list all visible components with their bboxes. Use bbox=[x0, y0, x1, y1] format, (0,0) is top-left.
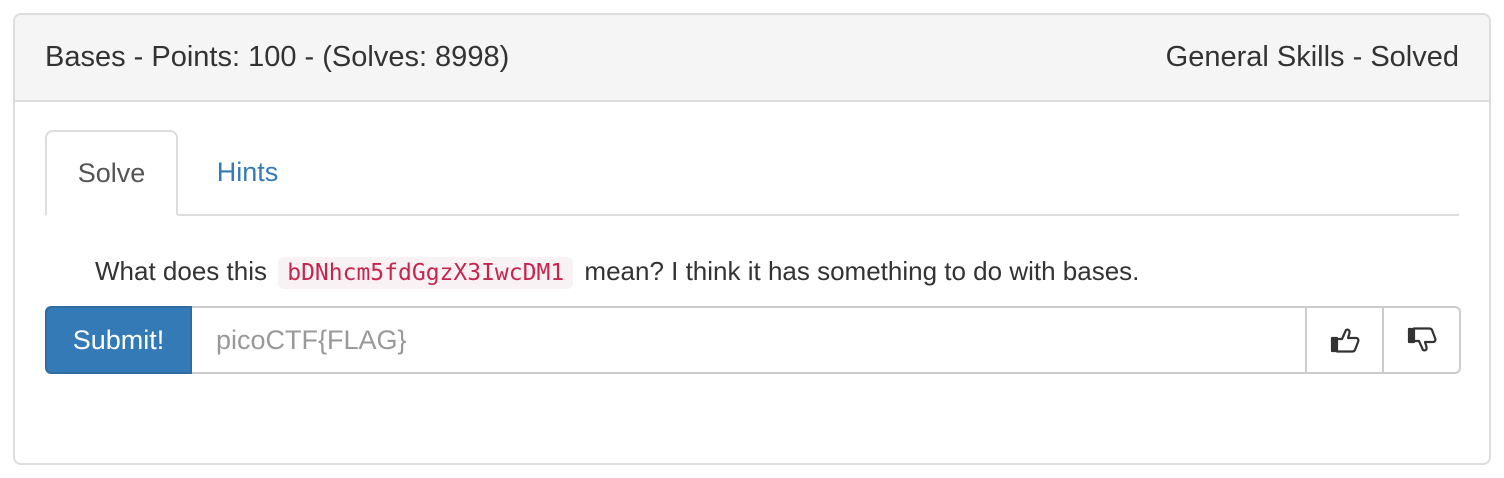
tab-bar: Solve Hints bbox=[45, 130, 1459, 216]
challenge-title: Bases - Points: 100 - (Solves: 8998) bbox=[45, 41, 510, 73]
challenge-description: What does this bDNhcm5fdGgzX3IwcDM1 mean… bbox=[45, 216, 1459, 306]
thumbs-up-icon bbox=[1330, 327, 1360, 353]
submit-button[interactable]: Submit! bbox=[45, 306, 192, 374]
flag-submit-form: Submit! bbox=[45, 306, 1461, 374]
thumbs-down-icon bbox=[1407, 327, 1437, 353]
challenge-category-status: General Skills - Solved bbox=[1165, 41, 1459, 73]
challenge-panel: Bases - Points: 100 - (Solves: 8998) Gen… bbox=[13, 13, 1491, 465]
tab-solve[interactable]: Solve bbox=[45, 130, 178, 216]
panel-heading: Bases - Points: 100 - (Solves: 8998) Gen… bbox=[15, 15, 1489, 102]
encoded-string: bDNhcm5fdGgzX3IwcDM1 bbox=[278, 257, 574, 289]
panel-body: Solve Hints What does this bDNhcm5fdGgzX… bbox=[15, 102, 1489, 374]
description-suffix: mean? I think it has something to do wit… bbox=[584, 256, 1140, 286]
downvote-button[interactable] bbox=[1382, 306, 1461, 374]
upvote-button[interactable] bbox=[1305, 306, 1384, 374]
flag-input[interactable] bbox=[192, 306, 1307, 374]
tab-hints[interactable]: Hints bbox=[178, 130, 317, 214]
description-prefix: What does this bbox=[95, 256, 267, 286]
